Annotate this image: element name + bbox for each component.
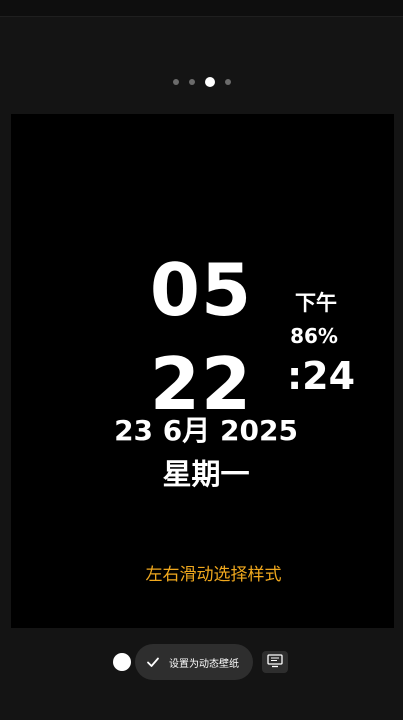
color-toggle-button[interactable] <box>113 653 131 671</box>
page-indicator <box>0 76 403 88</box>
clock-date: 23 6月 2025 <box>114 414 298 447</box>
page-dot-3-active[interactable] <box>204 77 215 87</box>
clock-ampm: 下午 <box>295 291 337 315</box>
clock-minute: 22 <box>149 342 253 426</box>
clock-seconds: :24 <box>286 354 356 398</box>
set-wallpaper-label: 设置为动态壁纸 <box>169 658 239 670</box>
check-icon <box>145 654 161 670</box>
swipe-hint: 左右滑动选择样式 <box>145 565 282 585</box>
display-settings-button[interactable] <box>262 651 288 673</box>
set-wallpaper-button[interactable]: 设置为动态壁纸 <box>135 644 253 680</box>
bottom-action-bar: 设置为动态壁纸 <box>0 644 403 680</box>
display-settings-icon <box>267 653 283 671</box>
page-dot-2[interactable] <box>188 79 195 85</box>
wallpaper-preview[interactable]: 05 22 下午 86% :24 23 6月 2025 星期一 左右滑动选择样式 <box>11 114 394 628</box>
battery-percentage: 86% <box>290 324 338 348</box>
clock-weekday: 星期一 <box>162 457 250 491</box>
page-dot-4[interactable] <box>224 79 231 85</box>
page-dot-1[interactable] <box>172 79 179 85</box>
top-status-strip <box>0 0 403 17</box>
clock-hour: 05 <box>149 248 253 332</box>
